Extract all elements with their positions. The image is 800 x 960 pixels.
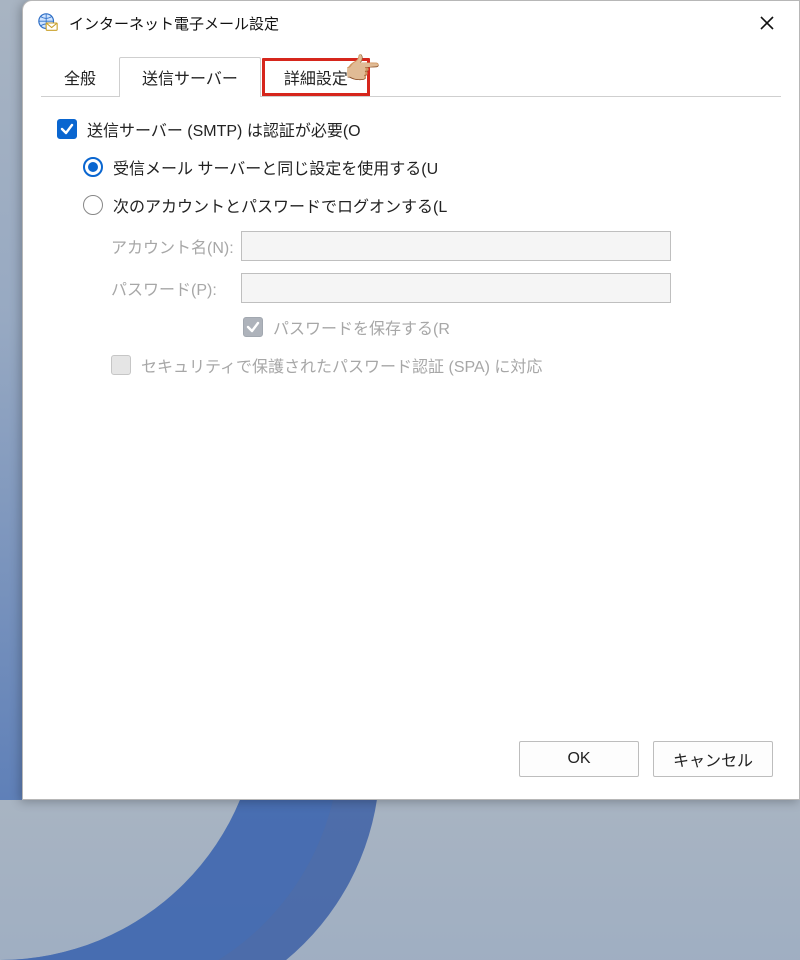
account-name-label: アカウント名(N): <box>111 234 241 258</box>
same-settings-label: 受信メール サーバーと同じ設定を使用する(U <box>113 155 438 179</box>
title-bar: インターネット電子メール設定 <box>23 1 799 45</box>
smtp-auth-row[interactable]: 送信サーバー (SMTP) は認証が必要(O <box>57 117 769 141</box>
remember-password-label: パスワードを保存する(R <box>273 315 450 339</box>
tab-content: 送信サーバー (SMTP) は認証が必要(O 受信メール サーバーと同じ設定を使… <box>23 97 799 741</box>
spa-label: セキュリティで保護されたパスワード認証 (SPA) に対応 <box>141 353 542 377</box>
spa-checkbox <box>111 355 131 375</box>
password-input <box>241 273 671 303</box>
logon-account-radio[interactable] <box>83 195 103 215</box>
ok-button[interactable]: OK <box>519 741 639 777</box>
close-button[interactable] <box>745 5 789 41</box>
tab-advanced[interactable]: 詳細設定 <box>261 57 371 97</box>
same-settings-radio[interactable] <box>83 157 103 177</box>
globe-mail-icon <box>37 12 59 34</box>
cancel-button[interactable]: キャンセル <box>653 741 773 777</box>
remember-password-checkbox <box>243 317 263 337</box>
same-settings-row[interactable]: 受信メール サーバーと同じ設定を使用する(U <box>83 155 769 179</box>
account-name-row: アカウント名(N): <box>111 231 769 261</box>
password-label: パスワード(P): <box>111 276 241 300</box>
smtp-auth-checkbox[interactable] <box>57 119 77 139</box>
settings-dialog: インターネット電子メール設定 全般 送信サーバー 詳細設定 👈🏼 送信サーバー … <box>22 0 800 800</box>
spa-row: セキュリティで保護されたパスワード認証 (SPA) に対応 <box>111 353 769 377</box>
close-icon <box>760 16 774 30</box>
logon-account-row[interactable]: 次のアカウントとパスワードでログオンする(L <box>83 193 769 217</box>
password-row: パスワード(P): <box>111 273 769 303</box>
remember-password-row: パスワードを保存する(R <box>243 315 769 339</box>
tab-general[interactable]: 全般 <box>41 57 119 97</box>
tab-outgoing-server[interactable]: 送信サーバー <box>119 57 261 97</box>
dialog-button-bar: OK キャンセル <box>23 741 799 799</box>
tab-strip: 全般 送信サーバー 詳細設定 👈🏼 <box>41 57 781 97</box>
account-name-input <box>241 231 671 261</box>
smtp-auth-label: 送信サーバー (SMTP) は認証が必要(O <box>87 117 361 141</box>
dialog-title: インターネット電子メール設定 <box>69 13 745 34</box>
logon-account-label: 次のアカウントとパスワードでログオンする(L <box>113 193 447 217</box>
